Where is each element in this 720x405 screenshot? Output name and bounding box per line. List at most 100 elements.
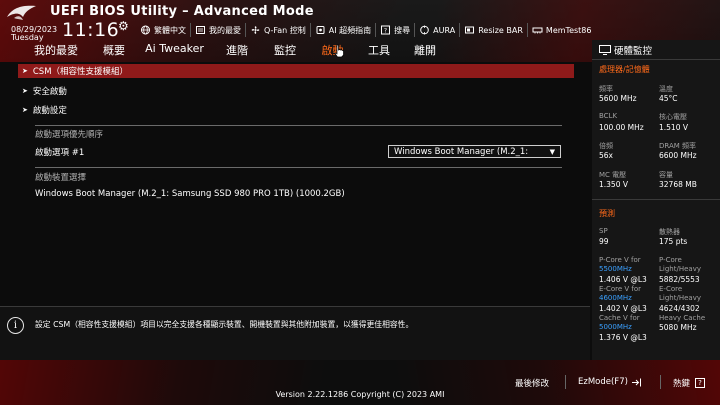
sp-label: SP [599,227,608,235]
ratio-value: 56x [599,151,613,160]
tab-exit[interactable]: 離開 [402,41,448,59]
hardware-monitor-header: 硬體監控 [592,42,720,57]
section-divider [35,125,562,126]
tab-my-favorites[interactable]: 我的最愛 [20,41,92,59]
clock-settings-gear-icon[interactable]: ⚙ [118,19,129,33]
resize-bar-icon [465,26,475,34]
my-favorites-label: 我的最愛 [209,25,241,35]
ecore-voltage-value: 1.402 V @L3 [599,304,647,313]
search-icon: ? [381,25,391,35]
app-title: UEFI BIOS Utility – Advanced Mode [50,4,314,19]
top-toolbar: 繁體中文 我的最愛 Q-Fan 控制 AI 超頻指南 ? 搜尋 AURA Res… [136,23,595,37]
ecore-lh-label: E-Core [659,285,683,293]
hw-divider [592,199,720,200]
hw-divider [592,59,720,60]
monitor-icon [599,44,611,55]
cpu-frequency-value: 5600 MHz [599,94,637,103]
chevron-right-icon: ➤ [22,67,28,75]
bclk-label: BCLK [599,112,618,120]
menu-item-boot-configuration[interactable]: ➤ 啟動設定 [22,103,67,117]
memtest-label: MemTest86 [545,25,592,35]
footer-divider [565,375,566,389]
favorites-icon [196,26,205,34]
cooler-value: 175 pts [659,237,688,246]
cache-voltage-value: 1.376 V @L3 [599,333,647,342]
heavy-cache-label: Heavy Cache [659,314,706,322]
help-text: 設定 CSM（相容性支援模組）項目以完全支援各種顯示裝置、開機裝置與其他附加裝置… [35,320,414,329]
menu-item-csm-label: CSM（相容性支援模組） [32,67,129,77]
tab-monitor[interactable]: 監控 [261,41,309,59]
menu-item-csm[interactable]: ➤ CSM（相容性支援模組） [18,64,574,78]
svg-text:?: ? [384,27,387,34]
ai-oc-guide-button[interactable]: AI 超頻指南 [309,23,375,37]
info-icon: i [7,317,24,334]
boot-override-device[interactable]: Windows Boot Manager (M.2_1: Samsung SSD… [35,189,345,199]
language-label: 繁體中文 [154,25,186,35]
ratio-label: 倍頻 [599,142,613,150]
language-button[interactable]: 繁體中文 [136,23,190,37]
prediction-heading: 預測 [599,209,615,218]
cache-voltage-label: Cache V for [599,314,640,322]
tab-main[interactable]: 概要 [92,41,136,59]
memtest-button[interactable]: MemTest86 [526,23,596,37]
my-favorites-button[interactable]: 我的最愛 [190,23,245,37]
tab-ai-tweaker[interactable]: Ai Tweaker [136,41,213,59]
boot-option-1-value: Windows Boot Manager (M.2_1: [394,146,529,157]
boot-priority-heading: 啟動選項優先順序 [35,130,104,140]
help-info-bar: i 設定 CSM（相容性支援模組）項目以完全支援各種顯示裝置、開機裝置與其他附加… [0,306,590,360]
memtest-icon [532,27,543,34]
core-voltage-label: 核心電壓 [659,113,687,121]
ecore-voltage-label: E-Core V for [599,285,642,293]
cache-frequency: 5000MHz [599,323,632,331]
qfan-control-button[interactable]: Q-Fan 控制 [245,23,310,37]
footer-divider [660,375,661,389]
hotkeys-button[interactable]: 熱鍵 ? [673,377,706,389]
resize-bar-button[interactable]: Resize BAR [459,23,527,37]
hotkeys-label: 熱鍵 [673,379,691,389]
ezmode-exit-icon [631,378,641,386]
last-modified-button[interactable]: 最後修改 [515,377,549,389]
aura-label: AURA [433,25,456,35]
cpu-frequency-label: 頻率 [599,85,613,93]
mc-voltage-label: MC 電壓 [599,171,627,179]
memory-capacity-value: 32768 MB [659,180,697,189]
chevron-right-icon: ➤ [22,106,28,114]
memory-capacity-label: 容量 [659,171,673,179]
resize-bar-label: Resize BAR [478,25,523,35]
ai-oc-guide-label: AI 超頻指南 [328,25,372,35]
cpu-temperature-value: 45°C [659,94,678,103]
ezmode-button[interactable]: EzMode(F7) [578,377,642,387]
search-label: 搜尋 [394,25,411,35]
clock-readout: 11:16 [62,19,120,41]
bclk-value: 100.00 MHz [599,123,644,132]
pcore-lh-label-2: Light/Heavy [659,265,701,273]
mc-voltage-value: 1.350 V [599,180,628,189]
boot-option-1-select[interactable]: Windows Boot Manager (M.2_1: ▼ [388,145,561,158]
hand-cursor-icon [334,44,344,58]
heavy-cache-value: 5080 MHz [659,323,697,332]
hardware-monitor-panel: 硬體監控 處理器/記憶體 頻率 溫度 5600 MHz 45°C BCLK 核心… [592,40,720,360]
core-voltage-value: 1.510 V [659,123,688,132]
chevron-down-icon: ▼ [549,148,555,156]
pcore-lh-value: 5882/5553 [659,275,700,284]
tab-tool[interactable]: 工具 [356,41,402,59]
boot-option-1-label: 啟動選項 #1 [35,148,85,158]
section-divider [35,167,562,168]
ai-icon [316,26,325,34]
ecore-lh-value: 4624/4302 [659,304,700,313]
tab-advanced[interactable]: 進階 [213,41,261,59]
globe-icon [141,25,150,35]
pcore-lh-label: P-Core [659,256,682,264]
aura-button[interactable]: AURA [414,23,459,37]
dram-frequency-label: DRAM 頻率 [659,142,697,150]
chevron-right-icon: ➤ [22,87,28,95]
pcore-frequency: 5500MHz [599,265,632,273]
qfan-control-label: Q-Fan 控制 [264,25,306,35]
boot-override-heading: 啟動裝置選擇 [35,173,87,183]
fan-icon [251,26,260,34]
search-button[interactable]: ? 搜尋 [375,23,414,37]
cpu-memory-heading: 處理器/記憶體 [599,65,650,74]
version-text: Version 2.22.1286 Copyright (C) 2023 AMI [275,390,445,399]
menu-item-secure-boot[interactable]: ➤ 安全啟動 [22,84,67,98]
cpu-temperature-label: 溫度 [659,85,673,93]
